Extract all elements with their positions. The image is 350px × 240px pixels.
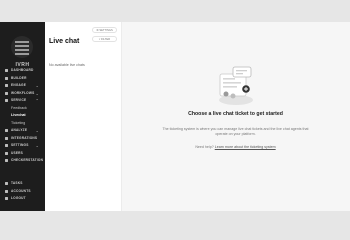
chevron-down-icon: ⌄: [35, 128, 39, 133]
empty-list-message: No available live chats: [49, 63, 85, 67]
sidebar-nav: DASHBOARD BUILDER ENGAGE ⌄ WORKFLOWS ⌄ S…: [0, 67, 45, 165]
sidebar-item-analyze[interactable]: ANALYZE ⌄: [0, 127, 45, 135]
builder-icon: [5, 76, 8, 80]
filter-button-label: FILTER: [101, 38, 111, 41]
help-prefix: Need help?: [195, 145, 214, 149]
settings-icon: [5, 144, 8, 148]
sidebar-item-builder[interactable]: BUILDER: [0, 75, 45, 83]
help-link[interactable]: Learn more about the ticketing system: [215, 145, 276, 149]
app-window: IVRH DASHBOARD BUILDER ENGAGE ⌄ WORKFLOW…: [0, 22, 350, 211]
sidebar-item-label: USERS: [11, 150, 23, 155]
filter-button[interactable]: ▿ FILTER: [92, 36, 117, 42]
settings-button[interactable]: ⚙ SETTINGS: [92, 27, 117, 33]
empty-state-description: The ticketing system is where you can ma…: [162, 127, 309, 136]
checker-icon: [5, 159, 8, 163]
chevron-down-icon: ⌄: [35, 143, 39, 148]
service-icon: [5, 99, 8, 103]
chevron-up-icon: ⌃: [35, 98, 39, 103]
sidebar-item-dashboard[interactable]: DASHBOARD: [0, 67, 45, 75]
sidebar-bottom: TASKS ACCOUNTS LOGOUT: [0, 180, 45, 203]
sidebar-item-checkerstation[interactable]: CHECKERSTATION: [0, 157, 45, 165]
sidebar-subitem-ticketing[interactable]: Ticketing: [0, 120, 45, 128]
sidebar-subitem-livechat[interactable]: Livechat: [0, 112, 45, 120]
sidebar-item-users[interactable]: USERS: [0, 150, 45, 158]
help-text: Need help? Learn more about the ticketin…: [121, 145, 350, 149]
sidebar-item-service[interactable]: SERVICE ⌃: [0, 97, 45, 105]
settings-button-label: SETTINGS: [99, 29, 113, 32]
sidebar-item-label: LOGOUT: [11, 196, 26, 200]
sidebar-item-label: WORKFLOWS: [11, 90, 35, 95]
sidebar-item-settings[interactable]: SETTINGS ⌄: [0, 142, 45, 150]
sidebar-item-label: TASKS: [11, 181, 23, 185]
sidebar-item-label: SETTINGS: [11, 143, 29, 147]
sidebar-item-label: DASHBOARD: [11, 68, 34, 72]
sidebar-item-tasks[interactable]: TASKS: [0, 180, 45, 188]
logout-icon: [5, 197, 8, 201]
sidebar-item-label: ACCOUNTS: [11, 188, 31, 193]
sidebar-subitem-feedback[interactable]: Feedback: [0, 105, 45, 113]
sidebar-item-label: ENGAGE: [11, 83, 27, 87]
chat-illustration-icon: [219, 66, 253, 105]
sidebar-item-logout[interactable]: LOGOUT: [0, 195, 45, 203]
sidebar-item-engage[interactable]: ENGAGE ⌄: [0, 82, 45, 90]
chevron-down-icon: ⌄: [35, 90, 39, 96]
sidebar-item-label: BUILDER: [11, 75, 27, 80]
sidebar-item-integrations[interactable]: INTEGRATIONS: [0, 135, 45, 143]
main-content: Choose a live chat ticket to get started…: [121, 22, 350, 211]
chevron-down-icon: ⌄: [35, 83, 39, 88]
page-title: Live chat: [49, 38, 80, 45]
sidebar-item-label: SERVICE: [11, 98, 27, 102]
users-icon: [5, 151, 8, 155]
sidebar: IVRH DASHBOARD BUILDER ENGAGE ⌄ WORKFLOW…: [0, 22, 45, 211]
logo-icon[interactable]: [11, 36, 33, 58]
analyze-icon: [5, 129, 8, 133]
workflows-icon: [5, 91, 8, 95]
integrations-icon: [5, 136, 8, 140]
dashboard-icon: [5, 69, 8, 73]
sidebar-item-label: INTEGRATIONS: [11, 135, 38, 140]
accounts-icon: [5, 189, 8, 193]
sidebar-item-label: CHECKERSTATION: [11, 158, 44, 162]
sidebar-item-workflows[interactable]: WORKFLOWS ⌄: [0, 90, 45, 98]
tasks-icon: [5, 182, 8, 186]
livechat-list-panel: Live chat ⚙ SETTINGS ▿ FILTER No availab…: [45, 22, 122, 211]
sidebar-item-accounts[interactable]: ACCOUNTS: [0, 188, 45, 196]
empty-state-title: Choose a live chat ticket to get started: [188, 111, 283, 117]
engage-icon: [5, 84, 8, 88]
sidebar-item-label: ANALYZE: [11, 128, 28, 132]
